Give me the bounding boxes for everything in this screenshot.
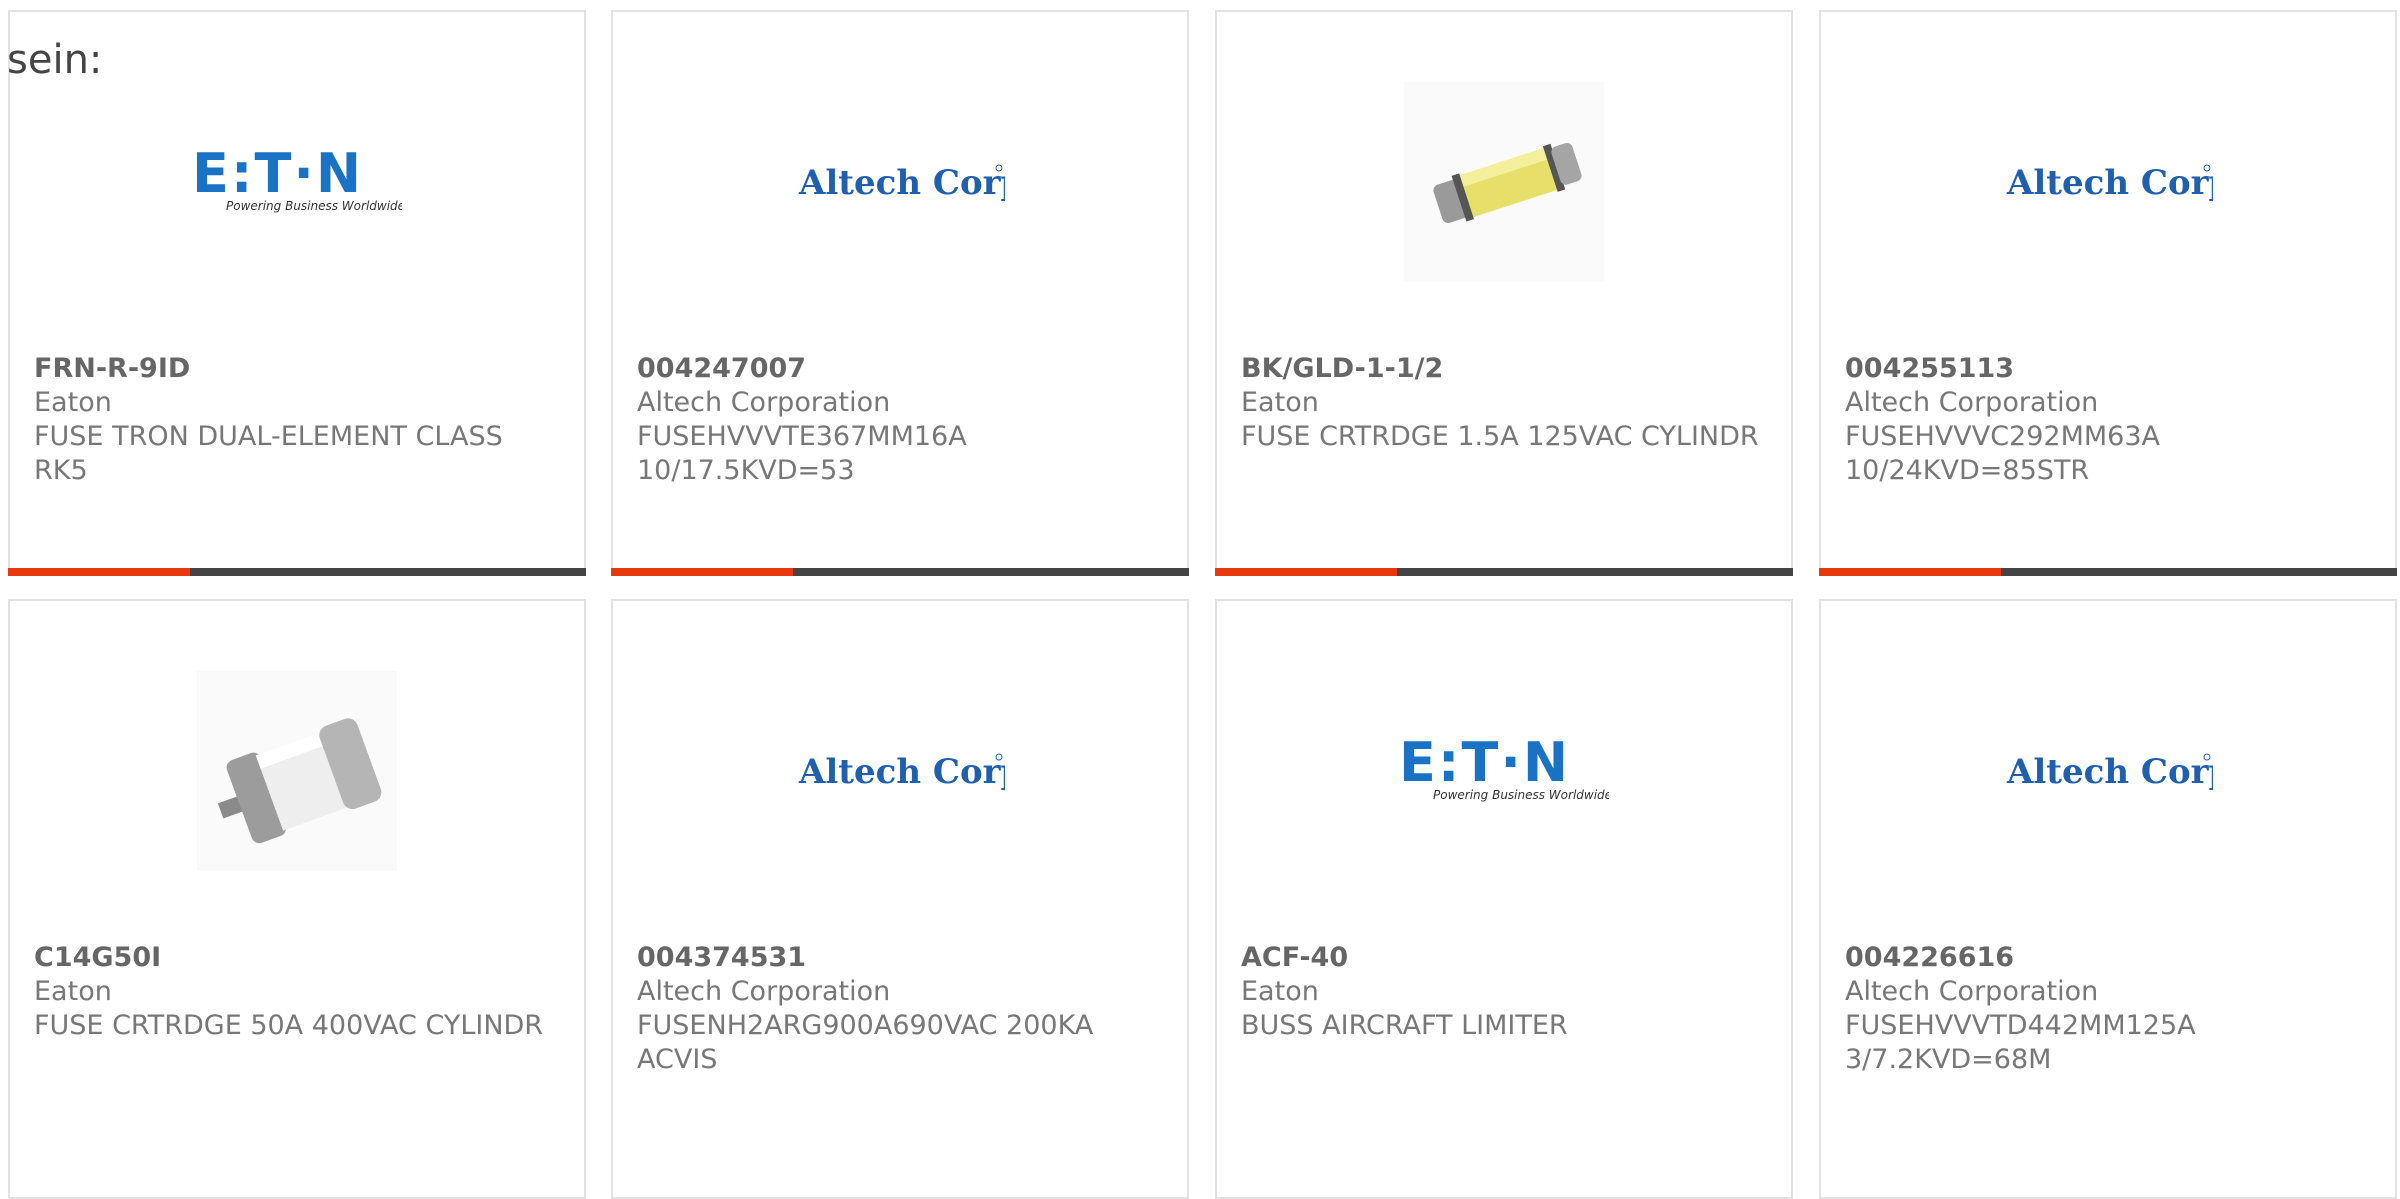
- svg-text:Altech Corp.: Altech Corp.: [2006, 163, 2213, 203]
- description: BUSS AIRCRAFT LIMITER: [1241, 1010, 1568, 1041]
- part-number-link[interactable]: BK/GLD-1-1/2: [1241, 352, 1767, 386]
- altech-logo: Altech Corp.: [1821, 661, 2395, 881]
- card-bottom-bar: [8, 568, 586, 576]
- product-info: 004247007 Altech Corporation FUSEHVVVTE3…: [637, 352, 1163, 488]
- svg-text:Altech Corp.: Altech Corp.: [798, 752, 1005, 792]
- product-info: 004255113 Altech Corporation FUSEHVVVC29…: [1845, 352, 2371, 488]
- product-info: ACF-40 Eaton BUSS AIRCRAFT LIMITER: [1241, 941, 1767, 1043]
- part-number-link[interactable]: ACF-40: [1241, 941, 1767, 975]
- product-card[interactable]: E:T·N Powering Business Worldwide ACF-40…: [1215, 599, 1793, 1199]
- manufacturer: Eaton: [34, 387, 112, 418]
- cylinder-fuse-image: [10, 661, 584, 881]
- lead-text: sein:: [7, 37, 103, 83]
- part-number-link[interactable]: C14G50I: [34, 941, 560, 975]
- svg-text:E:T·N: E:T·N: [192, 142, 363, 205]
- product-grid: E:T·N Powering Business Worldwide FRN-R-…: [8, 10, 2400, 1199]
- altech-logo: Altech Corp.: [613, 72, 1187, 292]
- part-number-link[interactable]: 004255113: [1845, 352, 2371, 386]
- product-info: BK/GLD-1-1/2 Eaton FUSE CRTRDGE 1.5A 125…: [1241, 352, 1767, 454]
- eaton-logo: E:T·N Powering Business Worldwide: [1217, 661, 1791, 881]
- manufacturer: Altech Corporation: [637, 976, 891, 1007]
- product-card[interactable]: Altech Corp. 004247007 Altech Corporatio…: [611, 10, 1189, 576]
- description: FUSE CRTRDGE 1.5A 125VAC CYLINDR: [1241, 421, 1759, 452]
- product-info: 004374531 Altech Corporation FUSENH2ARG9…: [637, 941, 1163, 1077]
- manufacturer: Eaton: [1241, 976, 1319, 1007]
- product-card[interactable]: BK/GLD-1-1/2 Eaton FUSE CRTRDGE 1.5A 125…: [1215, 10, 1793, 576]
- description: FUSEHVVVTE367MM16A 10/17.5KVD=53: [637, 421, 967, 486]
- product-card[interactable]: Altech Corp. 004255113 Altech Corporatio…: [1819, 10, 2397, 576]
- altech-logo: Altech Corp.: [613, 661, 1187, 881]
- eaton-logo: E:T·N Powering Business Worldwide: [10, 72, 584, 292]
- manufacturer: Eaton: [1241, 387, 1319, 418]
- svg-text:Altech Corp.: Altech Corp.: [798, 163, 1005, 203]
- yellow-cartridge-fuse-image: [1217, 72, 1791, 292]
- part-number-link[interactable]: FRN-R-9ID: [34, 352, 560, 386]
- part-number-link[interactable]: 004247007: [637, 352, 1163, 386]
- product-card[interactable]: Altech Corp. 004374531 Altech Corporatio…: [611, 599, 1189, 1199]
- card-bottom-bar: [611, 568, 1189, 576]
- product-card[interactable]: C14G50I Eaton FUSE CRTRDGE 50A 400VAC CY…: [8, 599, 586, 1199]
- part-number-link[interactable]: 004226616: [1845, 941, 2371, 975]
- description: FUSENH2ARG900A690VAC 200KA ACVIS: [637, 1010, 1094, 1075]
- manufacturer: Eaton: [34, 976, 112, 1007]
- description: FUSEHVVVTD442MM125A 3/7.2KVD=68M: [1845, 1010, 2196, 1075]
- product-info: 004226616 Altech Corporation FUSEHVVVTD4…: [1845, 941, 2371, 1077]
- description: FUSE TRON DUAL-ELEMENT CLASS RK5: [34, 421, 503, 486]
- product-card[interactable]: E:T·N Powering Business Worldwide FRN-R-…: [8, 10, 586, 576]
- card-bottom-bar: [1215, 568, 1793, 576]
- description: FUSE CRTRDGE 50A 400VAC CYLINDR: [34, 1010, 544, 1041]
- manufacturer: Altech Corporation: [637, 387, 891, 418]
- svg-text:Altech Corp.: Altech Corp.: [2006, 752, 2213, 792]
- altech-logo: Altech Corp.: [1821, 72, 2395, 292]
- product-info: C14G50I Eaton FUSE CRTRDGE 50A 400VAC CY…: [34, 941, 560, 1043]
- product-card[interactable]: Altech Corp. 004226616 Altech Corporatio…: [1819, 599, 2397, 1199]
- svg-text:E:T·N: E:T·N: [1399, 731, 1570, 794]
- product-info: FRN-R-9ID Eaton FUSE TRON DUAL-ELEMENT C…: [34, 352, 560, 488]
- part-number-link[interactable]: 004374531: [637, 941, 1163, 975]
- manufacturer: Altech Corporation: [1845, 976, 2099, 1007]
- card-bottom-bar: [1819, 568, 2397, 576]
- manufacturer: Altech Corporation: [1845, 387, 2099, 418]
- svg-text:Powering Business Worldwide: Powering Business Worldwide: [1433, 788, 1609, 802]
- description: FUSEHVVVC292MM63A 10/24KVD=85STR: [1845, 421, 2161, 486]
- svg-text:Powering Business Worldwide: Powering Business Worldwide: [226, 199, 402, 213]
